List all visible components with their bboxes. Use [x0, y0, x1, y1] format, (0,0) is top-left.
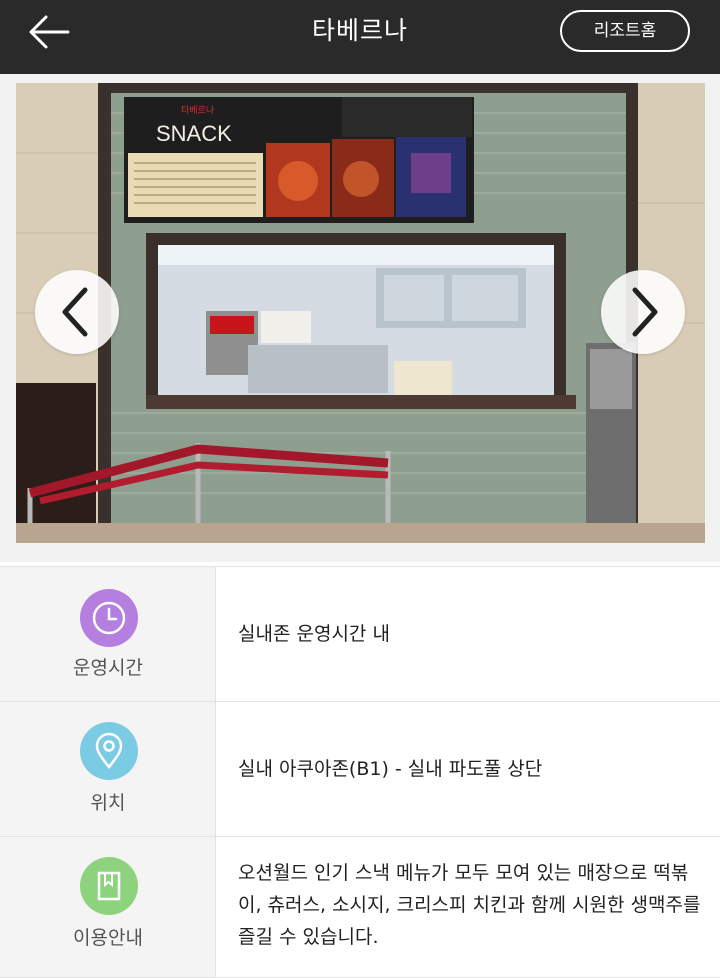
chevron-right-icon [632, 287, 658, 337]
info-label-cell: 운영시간 [0, 567, 216, 701]
sign-brand-text: SNACK [156, 121, 232, 146]
info-row-hours: 운영시간 실내존 운영시간 내 [0, 567, 720, 702]
resort-home-button[interactable]: 리조트홈 [560, 10, 690, 52]
info-label: 운영시간 [73, 657, 143, 679]
store-info-table: 운영시간 실내존 운영시간 내 위치 실내 아쿠아존(B1) - 실내 파도풀 … [0, 566, 720, 978]
info-label: 이용안내 [73, 927, 143, 949]
location-pin-icon [95, 732, 123, 770]
bookmark-book-icon [97, 871, 121, 901]
clock-icon [92, 601, 126, 635]
info-value: 실내 아쿠아존(B1) - 실내 파도풀 상단 [238, 758, 543, 780]
info-label-cell: 위치 [0, 702, 216, 836]
icon-circle [80, 589, 138, 647]
chevron-left-icon [62, 287, 88, 337]
icon-circle [80, 857, 138, 915]
icon-circle [80, 722, 138, 780]
info-value: 실내존 운영시간 내 [238, 623, 390, 645]
info-row-guide: 이용안내 오션월드 인기 스낵 메뉴가 모두 모여 있는 매장으로 떡볶이, 츄… [0, 837, 720, 978]
image-gallery: 타베르나 SNACK [0, 74, 720, 562]
info-label-cell: 이용안내 [0, 837, 216, 977]
info-row-location: 위치 실내 아쿠아존(B1) - 실내 파도풀 상단 [0, 702, 720, 837]
top-nav-bar: 타베르나 리조트홈 [0, 0, 720, 74]
sign-small-text: 타베르나 [181, 105, 214, 116]
info-value: 오션월드 인기 스낵 메뉴가 모두 모여 있는 매장으로 떡볶이, 츄러스, 소… [238, 862, 701, 948]
gallery-next-button[interactable] [601, 270, 685, 354]
gallery-prev-button[interactable] [35, 270, 119, 354]
info-label: 위치 [90, 792, 126, 814]
